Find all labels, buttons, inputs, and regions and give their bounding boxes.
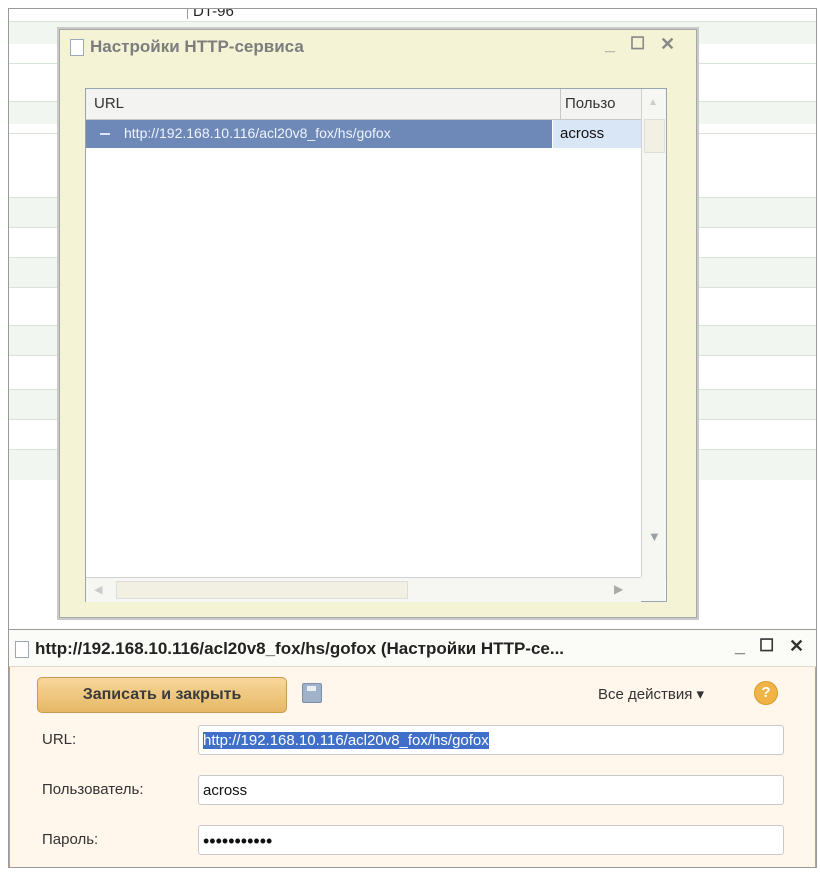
- minimize-icon[interactable]: _: [605, 34, 615, 55]
- maximize-icon[interactable]: ☐: [630, 34, 645, 54]
- vertical-scrollbar[interactable]: ▲ ▼: [641, 89, 666, 579]
- window-title: Настройки HTTP-сервиса: [90, 37, 304, 56]
- row-marker-icon: [100, 133, 110, 135]
- scroll-corner: [641, 577, 665, 601]
- close-icon[interactable]: ✕: [789, 636, 804, 657]
- http-settings-window: Настройки HTTP-сервиса _ ☐ ✕ URL Пользо …: [59, 29, 697, 618]
- scroll-down-icon[interactable]: ▼: [648, 529, 661, 544]
- maximize-icon[interactable]: ☐: [759, 636, 774, 656]
- screen-frame: DT-96 Настройки HTTP-сервиса _ ☐ ✕ URL П…: [8, 8, 817, 868]
- document-icon: [70, 39, 84, 56]
- url-label: URL:: [42, 731, 77, 748]
- scroll-right-icon[interactable]: ▶: [614, 582, 623, 596]
- scroll-thumb[interactable]: [644, 119, 665, 153]
- minimize-icon[interactable]: _: [735, 636, 745, 657]
- record-window: http://192.168.10.116/acl20v8_fox/hs/gof…: [9, 629, 816, 867]
- column-header-user[interactable]: Пользо: [561, 89, 646, 120]
- scroll-thumb[interactable]: [116, 581, 408, 599]
- row-url: http://192.168.10.116/acl20v8_fox/hs/gof…: [124, 125, 391, 141]
- window-titlebar[interactable]: Настройки HTTP-сервиса _ ☐ ✕: [60, 30, 696, 62]
- scroll-left-icon[interactable]: ◀: [94, 583, 102, 596]
- background-row-code: DT-96: [193, 8, 234, 20]
- help-icon[interactable]: ?: [754, 681, 778, 705]
- close-icon[interactable]: ✕: [660, 34, 675, 55]
- column-divider: [187, 9, 188, 19]
- scroll-up-icon[interactable]: ▲: [648, 97, 658, 108]
- floppy-icon[interactable]: [302, 683, 322, 703]
- password-label: Пароль:: [42, 831, 99, 848]
- settings-table: URL Пользо http://192.168.10.116/acl20v8…: [85, 88, 667, 602]
- save-and-close-button[interactable]: Записать и закрыть: [37, 677, 287, 713]
- url-value: http://192.168.10.116/acl20v8_fox/hs/gof…: [203, 732, 489, 749]
- url-field[interactable]: http://192.168.10.116/acl20v8_fox/hs/gof…: [198, 725, 784, 755]
- user-field[interactable]: across: [198, 775, 784, 805]
- window-titlebar[interactable]: http://192.168.10.116/acl20v8_fox/hs/gof…: [9, 630, 816, 667]
- column-header-url[interactable]: URL: [86, 89, 561, 120]
- window-title: http://192.168.10.116/acl20v8_fox/hs/gof…: [35, 639, 565, 658]
- document-icon: [15, 641, 29, 658]
- horizontal-scrollbar[interactable]: ◀ ▶: [86, 577, 641, 602]
- row-user[interactable]: across: [553, 120, 643, 148]
- table-row[interactable]: http://192.168.10.116/acl20v8_fox/hs/gof…: [86, 120, 552, 148]
- user-label: Пользователь:: [42, 781, 144, 798]
- record-form: Записать и закрыть Все действия ▾ ? URL:…: [9, 667, 816, 867]
- password-field[interactable]: •••••••••••: [198, 825, 784, 855]
- all-actions-menu[interactable]: Все действия ▾: [598, 685, 704, 703]
